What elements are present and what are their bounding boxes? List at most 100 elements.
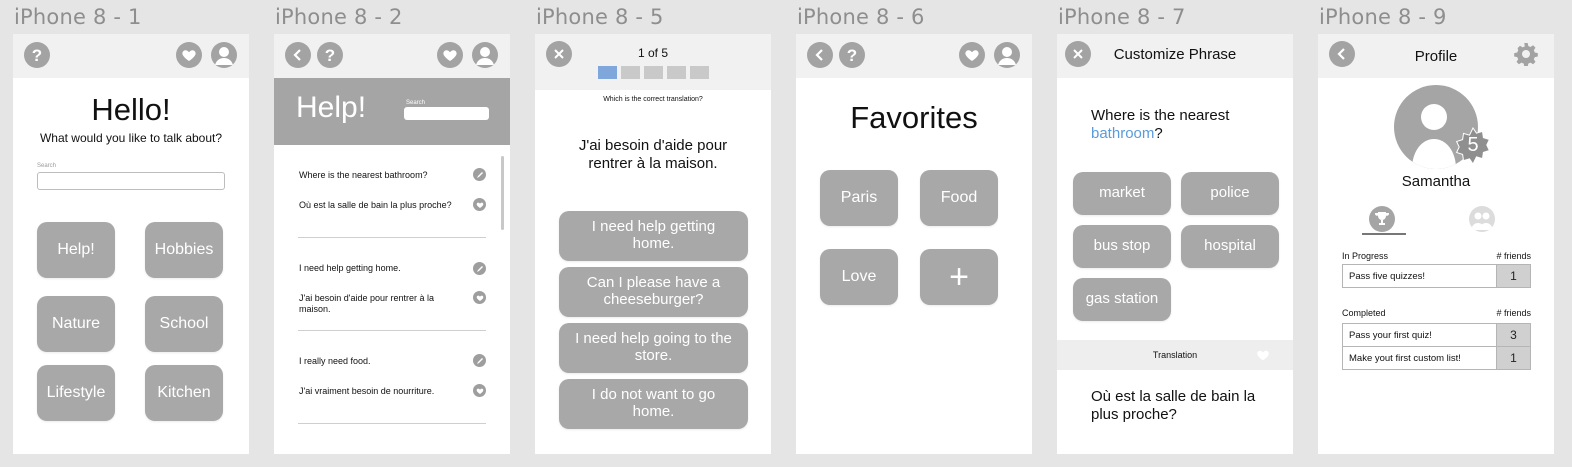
edit-icon[interactable]: [473, 262, 486, 275]
heart-icon[interactable]: [959, 42, 985, 68]
word-option-hospital[interactable]: hospital: [1181, 225, 1279, 268]
answer-option-2[interactable]: Can I please have a cheeseburger?: [559, 267, 748, 317]
phrase-end: ?: [1154, 125, 1163, 142]
quiz-prompt: J'ai besoin d'aide pour rentrer à la mai…: [578, 137, 728, 172]
search-label: Search: [37, 163, 57, 169]
divider: [298, 330, 486, 331]
favorite-icon[interactable]: [473, 198, 486, 211]
quiz-question: Which is the correct translation?: [603, 96, 703, 103]
search-input[interactable]: [37, 172, 225, 190]
divider: [298, 423, 486, 424]
favorite-icon[interactable]: [473, 384, 486, 397]
favorite-icon[interactable]: [473, 291, 486, 304]
phrase-french: J'ai vraiment besoin de nourriture.: [299, 386, 435, 396]
screen-profile: Profile 5 Samantha In Progress # friends…: [1318, 34, 1554, 454]
back-icon[interactable]: [285, 42, 311, 68]
answer-option-3[interactable]: I need help going to the store.: [559, 323, 748, 373]
page-subtitle: What would you like to talk about?: [39, 131, 223, 145]
frame-label-7: iPhone 8 - 7: [1058, 5, 1186, 29]
category-button-hobbies[interactable]: Hobbies: [145, 222, 223, 278]
heart-icon[interactable]: [176, 42, 202, 68]
frame-label-1: iPhone 8 - 1: [14, 5, 142, 29]
friends-column-label: # friends: [1496, 308, 1531, 318]
translation-text: Où est la salle de bain la plus proche?: [1091, 388, 1256, 423]
search-input[interactable]: [404, 107, 489, 120]
back-icon[interactable]: [807, 42, 833, 68]
top-bar: [535, 34, 771, 90]
achievement-friends-count: 1: [1496, 346, 1531, 370]
achievement-friends-count: 1: [1496, 264, 1531, 288]
profile-name: Samantha: [1401, 173, 1471, 190]
search-label: Search: [406, 100, 426, 106]
phrase-start: Where is the nearest: [1091, 107, 1230, 124]
progress-segment-complete: [598, 66, 617, 79]
frame-label-6: iPhone 8 - 6: [797, 5, 925, 29]
screen-customize-phrase: Customize Phrase Where is the nearest ba…: [1057, 34, 1293, 454]
page-title: Customize Phrase: [1113, 46, 1237, 63]
active-tab-indicator: [1362, 233, 1406, 235]
avatar-icon[interactable]: [472, 42, 498, 68]
page-title: Favorites: [850, 100, 978, 135]
level-badge: 5: [1467, 134, 1479, 156]
divider: [298, 237, 486, 238]
avatar-icon[interactable]: [211, 42, 237, 68]
achievement-name: Pass your first quiz!: [1342, 323, 1497, 347]
progress-text: 1 of 5: [637, 46, 669, 60]
phrase-english: I really need food.: [299, 356, 371, 366]
heart-icon[interactable]: [437, 42, 463, 68]
screen-quiz: 1 of 5 Which is the correct translation?…: [535, 34, 771, 454]
scrollbar[interactable]: [501, 156, 504, 230]
help-icon[interactable]: ?: [24, 42, 50, 68]
favorite-tile-love[interactable]: Love: [820, 249, 898, 305]
answer-option-1[interactable]: I need help getting home.: [559, 211, 748, 261]
favorite-tile-food[interactable]: Food: [920, 170, 998, 226]
favorite-icon[interactable]: [1256, 348, 1270, 367]
word-option-bus-stop[interactable]: bus stop: [1073, 225, 1171, 268]
avatar-icon[interactable]: [994, 42, 1020, 68]
tab-friends[interactable]: [1469, 206, 1495, 232]
screen-home: ? Hello! What would you like to talk abo…: [13, 34, 249, 454]
category-button-nature[interactable]: Nature: [37, 296, 115, 352]
answer-option-4[interactable]: I do not want to go home.: [559, 379, 748, 429]
phrase-editable-word[interactable]: bathroom: [1091, 125, 1154, 142]
progress-segment: [621, 66, 640, 79]
add-favorite-button[interactable]: +: [920, 249, 998, 305]
phrase-english: Where is the nearest bathroom?: [299, 170, 428, 180]
help-icon[interactable]: ?: [317, 42, 343, 68]
friends-icon: [1471, 212, 1493, 230]
progress-segment: [644, 66, 663, 79]
progress-segment: [690, 66, 709, 79]
trophy-icon: [1375, 212, 1389, 225]
tab-achievements[interactable]: [1369, 206, 1395, 232]
word-option-gas-station[interactable]: gas station: [1073, 278, 1171, 321]
section-label-in-progress: In Progress: [1342, 251, 1389, 261]
category-button-kitchen[interactable]: Kitchen: [145, 365, 223, 421]
word-option-police[interactable]: police: [1181, 172, 1279, 215]
friends-column-label: # friends: [1496, 251, 1531, 261]
help-icon[interactable]: ?: [839, 42, 865, 68]
phrase-text: Where is the nearest bathroom?: [1091, 107, 1271, 143]
achievement-name: Pass five quizzes!: [1342, 264, 1497, 288]
word-option-market[interactable]: market: [1073, 172, 1171, 215]
progress-bar: [598, 66, 709, 79]
page-title: Hello!: [91, 92, 171, 127]
frame-label-2: iPhone 8 - 2: [275, 5, 403, 29]
phrase-french: J'ai besoin d'aide pour rentrer à la mai…: [299, 293, 435, 314]
edit-icon[interactable]: [473, 168, 486, 181]
category-button-lifestyle[interactable]: Lifestyle: [37, 365, 115, 421]
category-button-help[interactable]: Help!: [37, 222, 115, 278]
favorite-tile-paris[interactable]: Paris: [820, 170, 898, 226]
progress-segment: [667, 66, 686, 79]
frame-label-5: iPhone 8 - 5: [536, 5, 664, 29]
phrase-french: Où est la salle de bain la plus proche?: [299, 200, 452, 210]
screen-favorites: ? Favorites Paris Food Love +: [796, 34, 1032, 454]
page-title: Help!: [296, 91, 367, 124]
phrase-english: I need help getting home.: [299, 263, 401, 273]
screen-help-phrases: ? Help! Search Where is the nearest bath…: [274, 34, 510, 454]
achievement-name: Make yout first custom list!: [1342, 346, 1497, 370]
achievement-friends-count: 3: [1496, 323, 1531, 347]
section-label-completed: Completed: [1342, 308, 1386, 318]
category-button-school[interactable]: School: [145, 296, 223, 352]
settings-gear-icon[interactable]: [1514, 42, 1538, 71]
edit-icon[interactable]: [473, 354, 486, 367]
